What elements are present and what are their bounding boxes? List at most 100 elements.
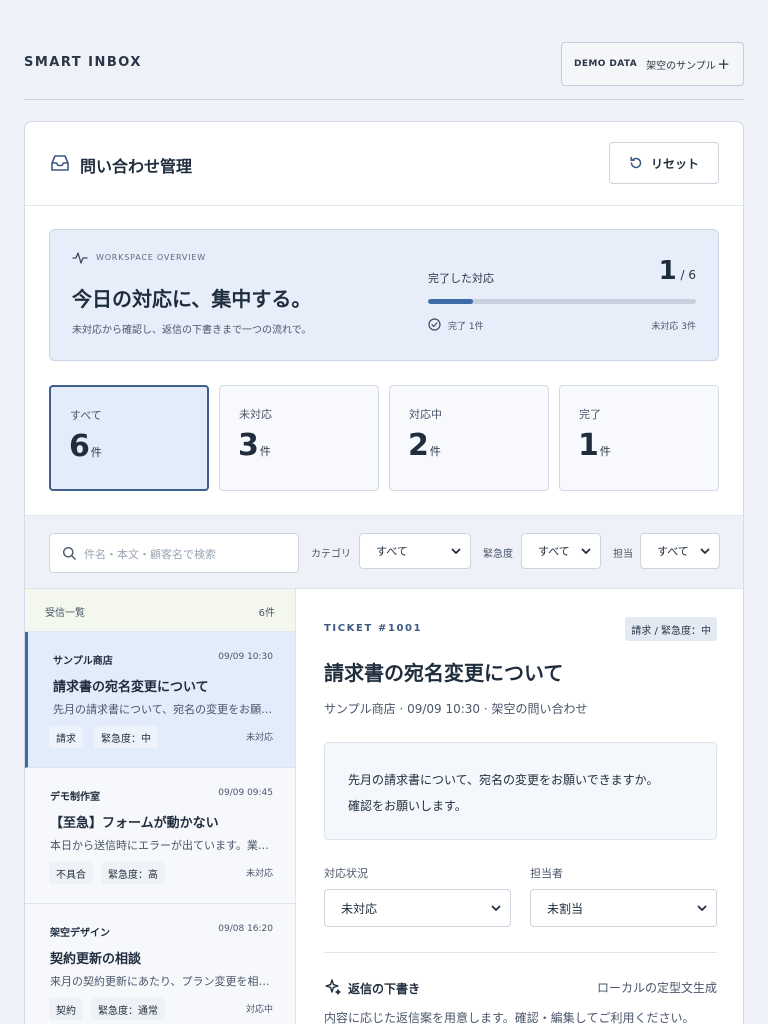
completed-label: 完了した対応 (428, 272, 494, 285)
overview-eyebrow: WORKSPACE OVERVIEW (96, 253, 206, 262)
urgency-value: すべて (538, 545, 570, 558)
filter-bar: カテゴリ すべて 緊急度 すべて 担当 すべて (25, 515, 743, 589)
stat-all[interactable]: すべて 6件 (49, 385, 209, 491)
overview-description: 未対応から確認し、返信の下書きまで一つの流れで。 (72, 325, 312, 336)
search-input[interactable] (84, 543, 284, 565)
ticket-badge: 請求 / 緊急度：中 (625, 617, 717, 641)
item-customer: サンプル商店 (53, 656, 113, 667)
pending-small: 未対応 3件 (651, 322, 696, 332)
inbox-list-count: 6件 (258, 608, 275, 619)
item-subject: 契約更新の相談 (50, 952, 142, 967)
divider (324, 952, 717, 953)
ticket-detail: TICKET #1001 請求 / 緊急度：中 請求書の宛名変更について サンプ… (296, 589, 743, 1024)
stat-in-progress[interactable]: 対応中 2件 (389, 385, 549, 491)
item-subject: 【至急】フォームが動かない (50, 816, 219, 831)
urgency-label: 緊急度 (483, 549, 513, 560)
progress-bar (428, 299, 696, 304)
item-customer: 架空デザイン (50, 928, 110, 939)
stat-unit: 件 (90, 446, 102, 459)
stat-number: 2 (408, 428, 429, 463)
stat-value: 6件 (69, 429, 102, 464)
ticket-subject: 請求書の宛名変更について (324, 661, 564, 685)
stat-number: 6 (69, 429, 90, 464)
assignee-detail-value: 未割当 (547, 901, 584, 916)
item-category-tag: 請求 (49, 726, 83, 748)
item-time: 09/08 16:20 (218, 924, 273, 934)
chevron-down-icon (491, 905, 501, 911)
stat-completed[interactable]: 完了 1件 (559, 385, 719, 491)
reply-generator-label: ローカルの定型文生成 (596, 981, 717, 995)
card-header: 問い合わせ管理 リセット (25, 122, 743, 206)
item-status: 未対応 (245, 733, 273, 743)
ticket-body-line: 確認をお願いします。 (348, 799, 467, 813)
item-snippet: 本日から送信時にエラーが出ています。業務に影響が出ています。 (50, 839, 275, 852)
inquiry-management-card: 問い合わせ管理 リセット WORKSPACE OVERVIEW 今日の対応に、集… (24, 121, 744, 1024)
urgency-select[interactable]: すべて (521, 533, 601, 569)
status-value: 未対応 (341, 901, 378, 916)
item-time: 09/09 09:45 (218, 788, 273, 798)
list-item[interactable]: 架空デザイン 09/08 16:20 契約更新の相談 来月の契約更新にあたり、プ… (25, 904, 295, 1024)
status-label: 対応状況 (324, 867, 368, 880)
reset-button[interactable]: リセット (609, 142, 719, 184)
assignee-detail-label: 担当者 (530, 867, 563, 880)
demo-data-tag: DEMO DATA (574, 59, 638, 69)
item-time: 09/09 10:30 (218, 652, 273, 662)
item-urgency-tag: 緊急度：中 (94, 726, 158, 748)
refresh-icon (630, 156, 642, 169)
demo-data-button[interactable]: DEMO DATA 架空のサンプル + (561, 42, 744, 86)
stat-value: 1件 (578, 428, 611, 463)
chevron-down-icon (697, 905, 707, 911)
ticket-meta: サンプル商店 · 09/09 10:30 · 架空の問い合わせ (324, 702, 588, 716)
inbox-list-title: 受信一覧 (45, 608, 85, 619)
search-icon (63, 547, 76, 560)
page-title: 問い合わせ管理 (80, 157, 193, 176)
stat-number: 3 (238, 428, 259, 463)
chevron-down-icon (451, 548, 461, 554)
category-value: すべて (376, 545, 408, 558)
list-item[interactable]: サンプル商店 09/09 10:30 請求書の宛名変更について 先月の請求書につ… (25, 632, 295, 768)
assignee-select[interactable]: すべて (640, 533, 720, 569)
item-urgency-tag: 緊急度：高 (101, 862, 165, 884)
stat-number: 1 (578, 428, 599, 463)
pulse-icon (72, 252, 88, 264)
item-customer: デモ制作室 (50, 792, 100, 803)
stat-value: 3件 (238, 428, 271, 463)
item-category-tag: 契約 (49, 998, 83, 1020)
item-urgency-tag: 緊急度：通常 (91, 998, 165, 1020)
assignee-detail-select[interactable]: 未割当 (530, 889, 717, 927)
demo-data-subtitle: 架空のサンプル (646, 60, 716, 72)
list-item[interactable]: デモ制作室 09/09 09:45 【至急】フォームが動かない 本日から送信時に… (25, 768, 295, 904)
category-select[interactable]: すべて (359, 533, 471, 569)
assignee-label: 担当 (613, 549, 633, 560)
item-subject: 請求書の宛名変更について (53, 680, 209, 695)
ticket-body-line: 先月の請求書について、宛名の変更をお願いできますか。 (348, 773, 659, 787)
inbox-list-header: 受信一覧 6件 (25, 589, 295, 632)
item-status: 未対応 (245, 869, 273, 879)
top-bar: SMART INBOX DEMO DATA 架空のサンプル + (24, 0, 744, 100)
completed-small: 完了 1件 (448, 322, 484, 332)
ticket-body: 先月の請求書について、宛名の変更をお願いできますか。 確認をお願いします。 (324, 742, 717, 840)
inbox-list: 受信一覧 6件 サンプル商店 09/09 10:30 請求書の宛名変更について … (25, 589, 296, 1024)
stat-label: 完了 (579, 408, 601, 421)
status-select[interactable]: 未対応 (324, 889, 511, 927)
total-count: / 6 (676, 268, 697, 282)
completed-number: 1 (658, 256, 677, 286)
inbox-icon (51, 155, 69, 171)
completed-count: 1 / 6 (659, 256, 696, 286)
stat-unit: 件 (429, 445, 441, 458)
chevron-down-icon (700, 548, 710, 554)
check-circle-icon (428, 318, 441, 331)
ticket-id: TICKET #1001 (324, 623, 423, 634)
overview-title: 今日の対応に、集中する。 (72, 287, 312, 311)
item-snippet: 来月の契約更新にあたり、プラン変更を相談したいです。 (50, 975, 275, 988)
stat-unhandled[interactable]: 未対応 3件 (219, 385, 379, 491)
plus-icon: + (717, 55, 730, 73)
category-label: カテゴリ (311, 549, 351, 560)
stat-value: 2件 (408, 428, 441, 463)
stat-label: すべて (70, 409, 102, 422)
item-status: 対応中 (245, 1005, 273, 1015)
reset-label: リセット (650, 156, 699, 171)
stat-label: 未対応 (239, 408, 272, 421)
status-stats: すべて 6件 未対応 3件 対応中 2件 完了 1件 (49, 385, 719, 491)
item-snippet: 先月の請求書について、宛名の変更をお願いできますか。 (53, 703, 278, 716)
